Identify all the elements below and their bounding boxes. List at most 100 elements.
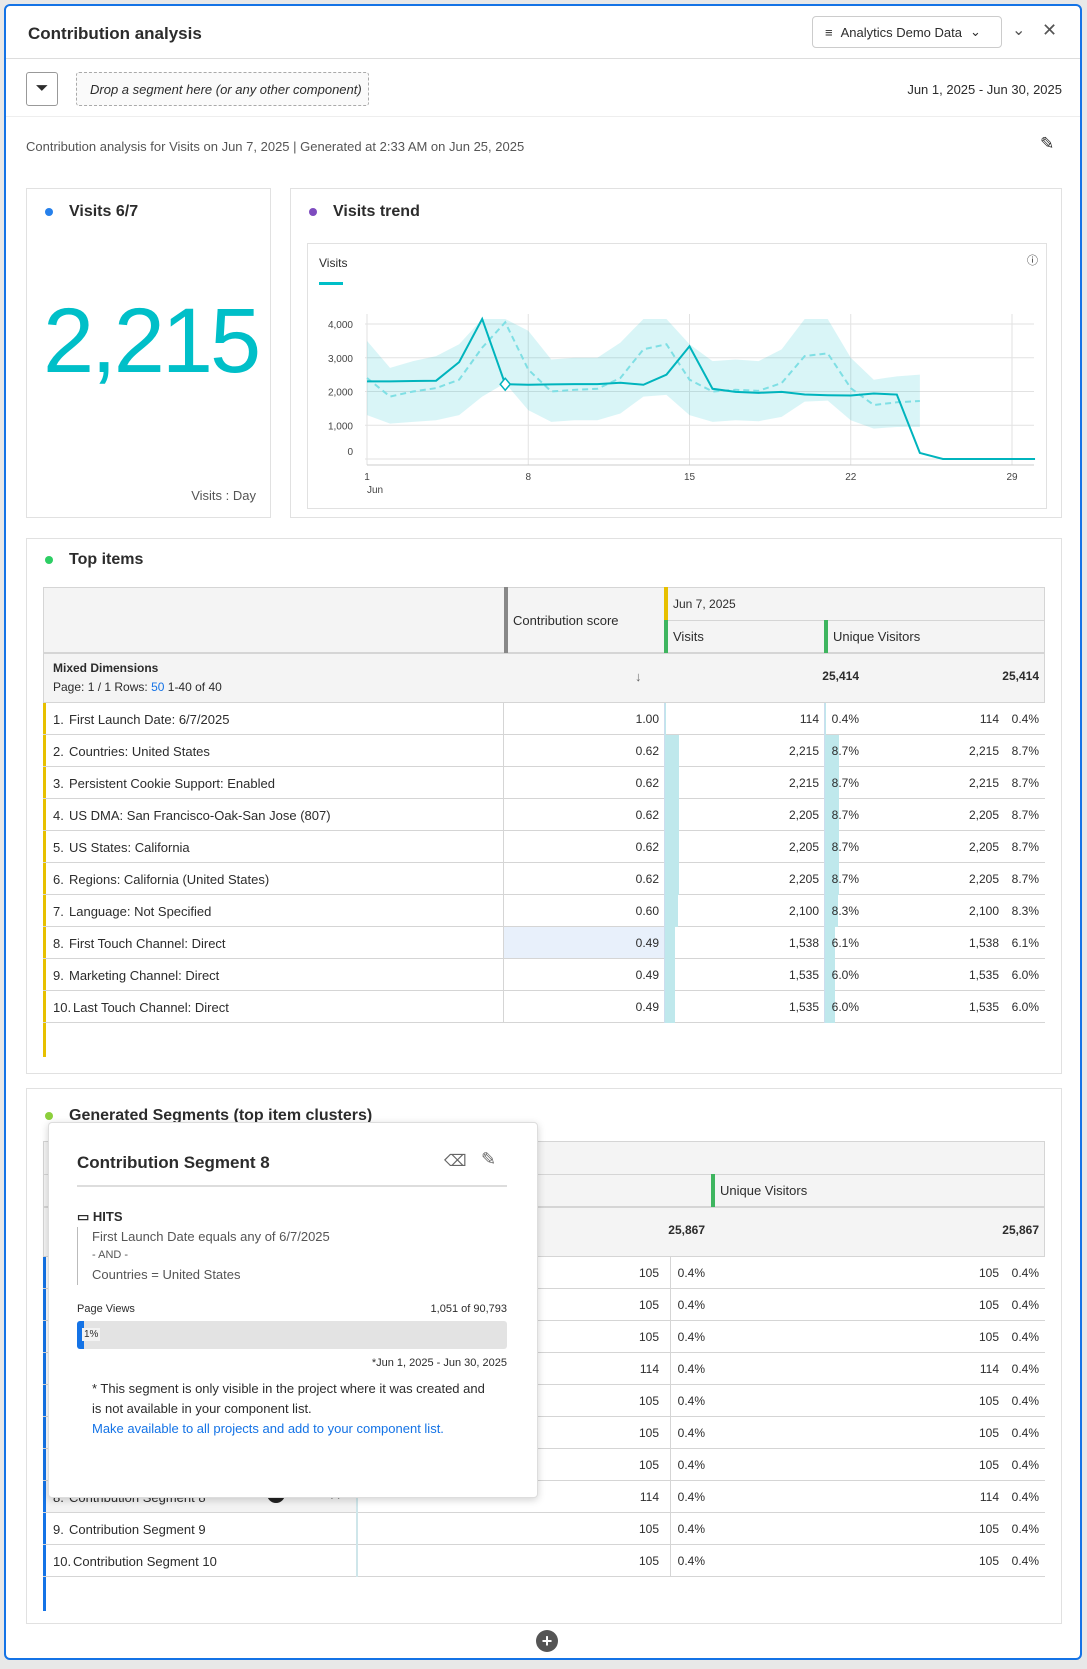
uv-value: 105 <box>978 1426 999 1440</box>
visits-percent: 0.4% <box>677 1330 705 1344</box>
metric-label: Page Views <box>77 1303 135 1315</box>
make-available-link[interactable]: Make available to all projects and add t… <box>92 1421 444 1436</box>
table-row[interactable]: 5. US States: California 0.62 2,205 8.7% 2,20… <box>43 831 1045 863</box>
row-label[interactable]: First Touch Channel: Direct <box>69 936 226 951</box>
row-label[interactable]: US States: California <box>69 840 190 855</box>
uv-percent: 6.0% <box>1011 1000 1039 1014</box>
row-number: 6. <box>53 872 64 887</box>
table-row[interactable]: 9. Contribution Segment 9 105 0.4% 105 0.4% <box>43 1513 1045 1545</box>
row-number: 1. <box>53 712 64 727</box>
add-panel-button[interactable]: + <box>536 1630 558 1652</box>
row-label[interactable]: Marketing Channel: Direct <box>69 968 219 983</box>
table-row[interactable]: 1. First Launch Date: 6/7/2025 1.00 114 0.4%… <box>43 703 1045 735</box>
row-number: 4. <box>53 808 64 823</box>
row-number: 7. <box>53 904 64 919</box>
table-row[interactable]: 9. Marketing Channel: Direct 0.49 1,535 6.0%… <box>43 959 1045 991</box>
col-visits[interactable]: Visits <box>673 629 704 644</box>
total-visits: 25,414 <box>822 669 859 683</box>
sort-arrow-icon[interactable]: ↓ <box>635 669 642 684</box>
percent-label: 1% <box>82 1328 101 1341</box>
table-row[interactable]: 7. Language: Not Specified 0.60 2,100 8.3% 2,… <box>43 895 1045 927</box>
column-grip[interactable] <box>504 587 508 653</box>
column-grip[interactable] <box>664 620 668 653</box>
uv-value: 105 <box>978 1266 999 1280</box>
visits-bar <box>665 927 675 959</box>
visits-bar <box>665 991 675 1023</box>
collapse-chevron-icon[interactable]: ⌄ <box>1012 20 1025 40</box>
table-row[interactable]: 3. Persistent Cookie Support: Enabled 0.62… <box>43 767 1045 799</box>
uv-percent: 0.4% <box>1011 1554 1039 1568</box>
edit-pencil-icon[interactable]: ✎ <box>1040 134 1054 154</box>
row-label[interactable]: Last Touch Channel: Direct <box>73 1000 229 1015</box>
blue-dot-icon <box>45 208 53 216</box>
row-number: 10. <box>53 1554 72 1569</box>
visits-bar <box>665 959 675 991</box>
column-grip[interactable] <box>824 620 828 653</box>
uv-percent: 8.7% <box>1011 872 1039 886</box>
visits-percent: 0.4% <box>831 712 859 726</box>
divider <box>503 703 504 735</box>
visits-value: 2,215 <box>788 744 819 758</box>
visits-value: 105 <box>638 1394 659 1408</box>
col-unique-visitors[interactable]: Unique Visitors <box>720 1183 807 1198</box>
uv-percent: 8.3% <box>1011 904 1039 918</box>
summary-footer: Visits : Day <box>191 488 256 503</box>
table-row[interactable]: 10. Last Touch Channel: Direct 0.49 1,535 6.… <box>43 991 1045 1023</box>
row-label[interactable]: US DMA: San Francisco-Oak-San Jose (807) <box>69 808 331 823</box>
uv-percent: 8.7% <box>1011 808 1039 822</box>
contribution-score: 0.60 <box>635 904 659 918</box>
uv-value: 2,205 <box>968 808 999 822</box>
add-segment-filter-button[interactable]: ⏷ <box>26 72 58 106</box>
row-number: 9. <box>53 968 64 983</box>
visits-value: 2,100 <box>788 904 819 918</box>
date-range[interactable]: Jun 1, 2025 - Jun 30, 2025 <box>907 82 1062 97</box>
row-label[interactable]: First Launch Date: 6/7/2025 <box>69 712 229 727</box>
row-label[interactable]: Regions: California (United States) <box>69 872 269 887</box>
table-row[interactable]: 2. Countries: United States 0.62 2,215 8.7% 2… <box>43 735 1045 767</box>
row-number: 10. <box>53 1000 72 1015</box>
contribution-score: 0.62 <box>635 872 659 886</box>
row-label[interactable]: Countries: United States <box>69 744 210 759</box>
divider <box>670 1513 671 1545</box>
uv-percent: 0.4% <box>1011 712 1039 726</box>
col-contribution-score: Contribution score <box>513 613 619 628</box>
rows-per-page[interactable]: 50 <box>151 680 164 694</box>
data-source-label: Analytics Demo Data <box>840 24 962 40</box>
visits-percent: 0.4% <box>677 1266 705 1280</box>
divider <box>503 863 504 895</box>
table-row[interactable]: 8. First Touch Channel: Direct 0.49 1,538 6.… <box>43 927 1045 959</box>
table-row[interactable]: 4. US DMA: San Francisco-Oak-San Jose (80… <box>43 799 1045 831</box>
divider <box>670 1385 671 1417</box>
popover-date-range: *Jun 1, 2025 - Jun 30, 2025 <box>371 1357 507 1369</box>
col-unique-visitors[interactable]: Unique Visitors <box>833 629 920 644</box>
green-dot-icon <box>45 556 53 564</box>
percent-bar: 1% <box>77 1321 507 1349</box>
divider <box>670 1353 671 1385</box>
analysis-description: Contribution analysis for Visits on Jun … <box>26 139 525 154</box>
close-icon[interactable]: ✕ <box>1042 20 1057 41</box>
uv-value: 105 <box>978 1298 999 1312</box>
rule-2: Countries = United States <box>92 1267 241 1282</box>
segment-drop-zone[interactable]: Drop a segment here (or any other compon… <box>76 72 369 106</box>
table-row[interactable]: 10. Contribution Segment 10 105 0.4% 105 0.4% <box>43 1545 1045 1577</box>
row-label[interactable]: Language: Not Specified <box>69 904 211 919</box>
uv-percent: 8.7% <box>1011 840 1039 854</box>
table-row[interactable]: 6. Regions: California (United States) 0.6… <box>43 863 1045 895</box>
container-label: ▭ HITS <box>77 1209 123 1224</box>
uv-value: 114 <box>979 1490 999 1504</box>
row-label[interactable]: Persistent Cookie Support: Enabled <box>69 776 275 791</box>
uv-value: 1,538 <box>968 936 999 950</box>
column-grip[interactable] <box>711 1174 715 1207</box>
visits-percent: 6.1% <box>831 936 859 950</box>
eraser-icon[interactable]: ⌫ <box>444 1151 467 1171</box>
row-label[interactable]: Contribution Segment 10 <box>73 1554 217 1569</box>
data-source-dropdown[interactable]: ≡ Analytics Demo Data ⌄ <box>812 16 1002 48</box>
column-grip[interactable] <box>664 587 668 620</box>
edit-pencil-icon[interactable]: ✎ <box>481 1149 496 1170</box>
uv-value: 2,205 <box>968 840 999 854</box>
row-number: 5. <box>53 840 64 855</box>
rule-conjunction: - AND - <box>92 1249 129 1261</box>
contribution-score: 0.62 <box>635 840 659 854</box>
visits-value: 105 <box>638 1426 659 1440</box>
row-label[interactable]: Contribution Segment 9 <box>69 1522 206 1537</box>
